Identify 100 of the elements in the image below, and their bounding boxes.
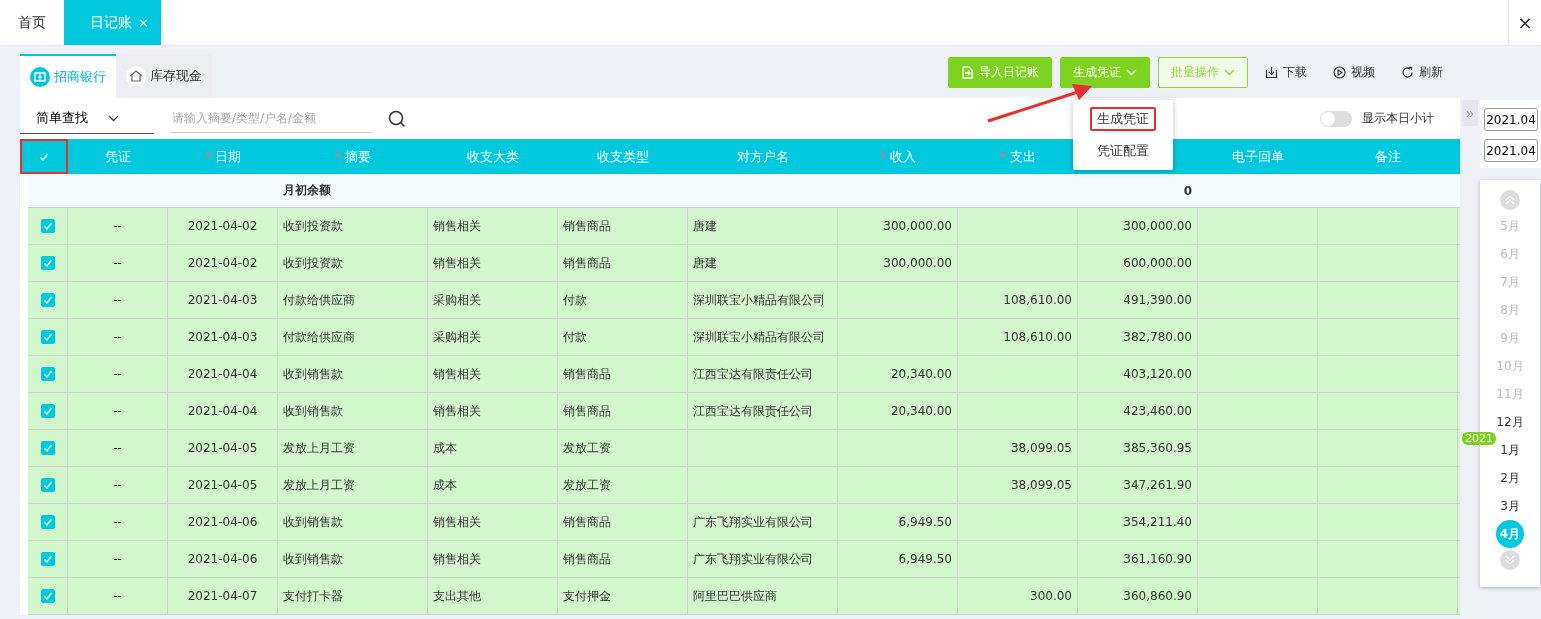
table-cell: 销售商品 [558,245,688,281]
action-button[interactable]: 下载 [1256,56,1316,88]
table-cell: 300.00 [958,578,1078,614]
table-cell: 2021-04-03 [168,282,278,318]
scroll-up-icon[interactable] [1500,190,1520,210]
select-all-checkbox[interactable] [39,151,49,162]
table-cell: 491,390.00 [1078,282,1198,318]
column-header: 凭证 [105,147,131,166]
month-item[interactable]: 12月 [1496,408,1524,436]
table-cell: -- [68,356,168,392]
table-cell: -- [68,393,168,429]
column-header: 摘要 [345,147,372,166]
table-cell: 销售相关 [428,504,558,540]
toggle-switch[interactable] [1320,110,1352,127]
table-cell: 347,261.90 [1078,467,1198,503]
row-checkbox[interactable] [40,552,55,566]
table-cell: -- [68,430,168,466]
required-mark: * [879,149,887,164]
table-cell: -- [68,282,168,318]
table-cell: 发放工资 [558,467,688,503]
row-checkbox[interactable] [40,330,55,344]
table-cell: 深圳联宝小精品有限公司 [688,282,838,318]
column-header: 对方户名 [737,147,789,166]
table-cell: 江西宝达有限责任公司 [688,393,838,429]
date-field[interactable]: 2021.04 [1484,108,1538,131]
search-icon[interactable] [388,109,406,128]
table-cell: 2021-04-02 [168,245,278,281]
row-checkbox[interactable] [40,293,55,307]
column-header: 电子回单 [1232,147,1284,166]
download-icon [1265,65,1278,79]
table-cell: -- [68,467,168,503]
menu-item[interactable]: 生成凭证 [1090,107,1156,131]
table-cell: 600,000.00 [1078,245,1198,281]
row-checkbox[interactable] [40,478,55,492]
action-button[interactable]: 刷新 [1392,56,1452,88]
column-header: 收支大类 [467,147,519,166]
table-cell: 销售相关 [428,208,558,244]
table-cell: 广东飞翔实业有限公司 [688,504,838,540]
table-cell: 收到销售款 [278,393,428,429]
table-cell: 6,949.50 [838,541,958,577]
column-header: 支出 [1010,147,1037,166]
month-item[interactable]: 2月 [1496,464,1524,492]
account-tab[interactable]: 库存现金 [116,54,212,98]
table-cell: 收到投资款 [278,245,428,281]
table-cell: 2021-04-05 [168,430,278,466]
table-cell: 付款给供应商 [278,319,428,355]
table-cell: -- [68,578,168,614]
table-cell: -- [68,245,168,281]
table-cell: 付款 [558,319,688,355]
table-cell: 300,000.00 [838,245,958,281]
table-cell: 2021-04-03 [168,319,278,355]
row-checkbox[interactable] [40,219,55,233]
table-cell: 付款给供应商 [278,282,428,318]
row-checkbox[interactable] [40,589,55,603]
table-cell: 阿里巴巴供应商 [688,578,838,614]
table-cell: 销售相关 [428,356,558,392]
menu-item[interactable]: 凭证配置 [1090,139,1156,163]
table-cell: 2021-04-05 [168,467,278,503]
column-header: 收入 [890,147,917,166]
toggle-label: 显示本日小计 [1362,110,1434,127]
table-cell-text: 月初余额 [282,182,332,199]
row-checkbox[interactable] [40,256,55,270]
row-checkbox[interactable] [40,515,55,529]
month-item[interactable]: 1月 [1496,436,1524,464]
required-mark: * [999,149,1007,164]
table-cell: 2021-04-04 [168,356,278,392]
table-cell: 收到投资款 [278,208,428,244]
year-badge: 2021 [1462,432,1496,445]
table-cell: 423,460.00 [1078,393,1198,429]
table-cell: 403,120.00 [1078,356,1198,392]
table-cell: -- [68,319,168,355]
date-field[interactable]: 2021.04 [1484,139,1538,162]
table-cell: 108,610.00 [958,319,1078,355]
month-item[interactable]: 3月 [1496,492,1524,520]
table-cell: 付款 [558,282,688,318]
table-cell: 2021-04-06 [168,541,278,577]
table-cell: 382,780.00 [1078,319,1198,355]
table-cell-text: 0 [1182,182,1193,200]
row-checkbox[interactable] [40,404,55,418]
scroll-down-icon[interactable] [1500,550,1520,570]
table-cell: 发放工资 [558,430,688,466]
column-header: 收支类型 [597,147,649,166]
row-checkbox[interactable] [40,367,55,381]
table-cell: -- [68,541,168,577]
table-cell: 销售商品 [558,393,688,429]
bank-icon [30,67,50,87]
play-icon [1333,65,1346,79]
table-cell: 支付打卡器 [278,578,428,614]
table-cell: 支出其他 [428,578,558,614]
table-cell: -- [68,208,168,244]
table-cell: 108,610.00 [958,282,1078,318]
row-checkbox[interactable] [40,441,55,455]
chevron-icon [108,114,119,122]
table-cell: 销售相关 [428,541,558,577]
refresh-icon [1401,65,1414,79]
table-cell: 38,099.05 [958,430,1078,466]
table-cell: 300,000.00 [1078,208,1198,244]
table-cell: 2021-04-04 [168,393,278,429]
action-button[interactable]: 视频 [1324,56,1384,88]
table-cell: 2021-04-02 [168,208,278,244]
